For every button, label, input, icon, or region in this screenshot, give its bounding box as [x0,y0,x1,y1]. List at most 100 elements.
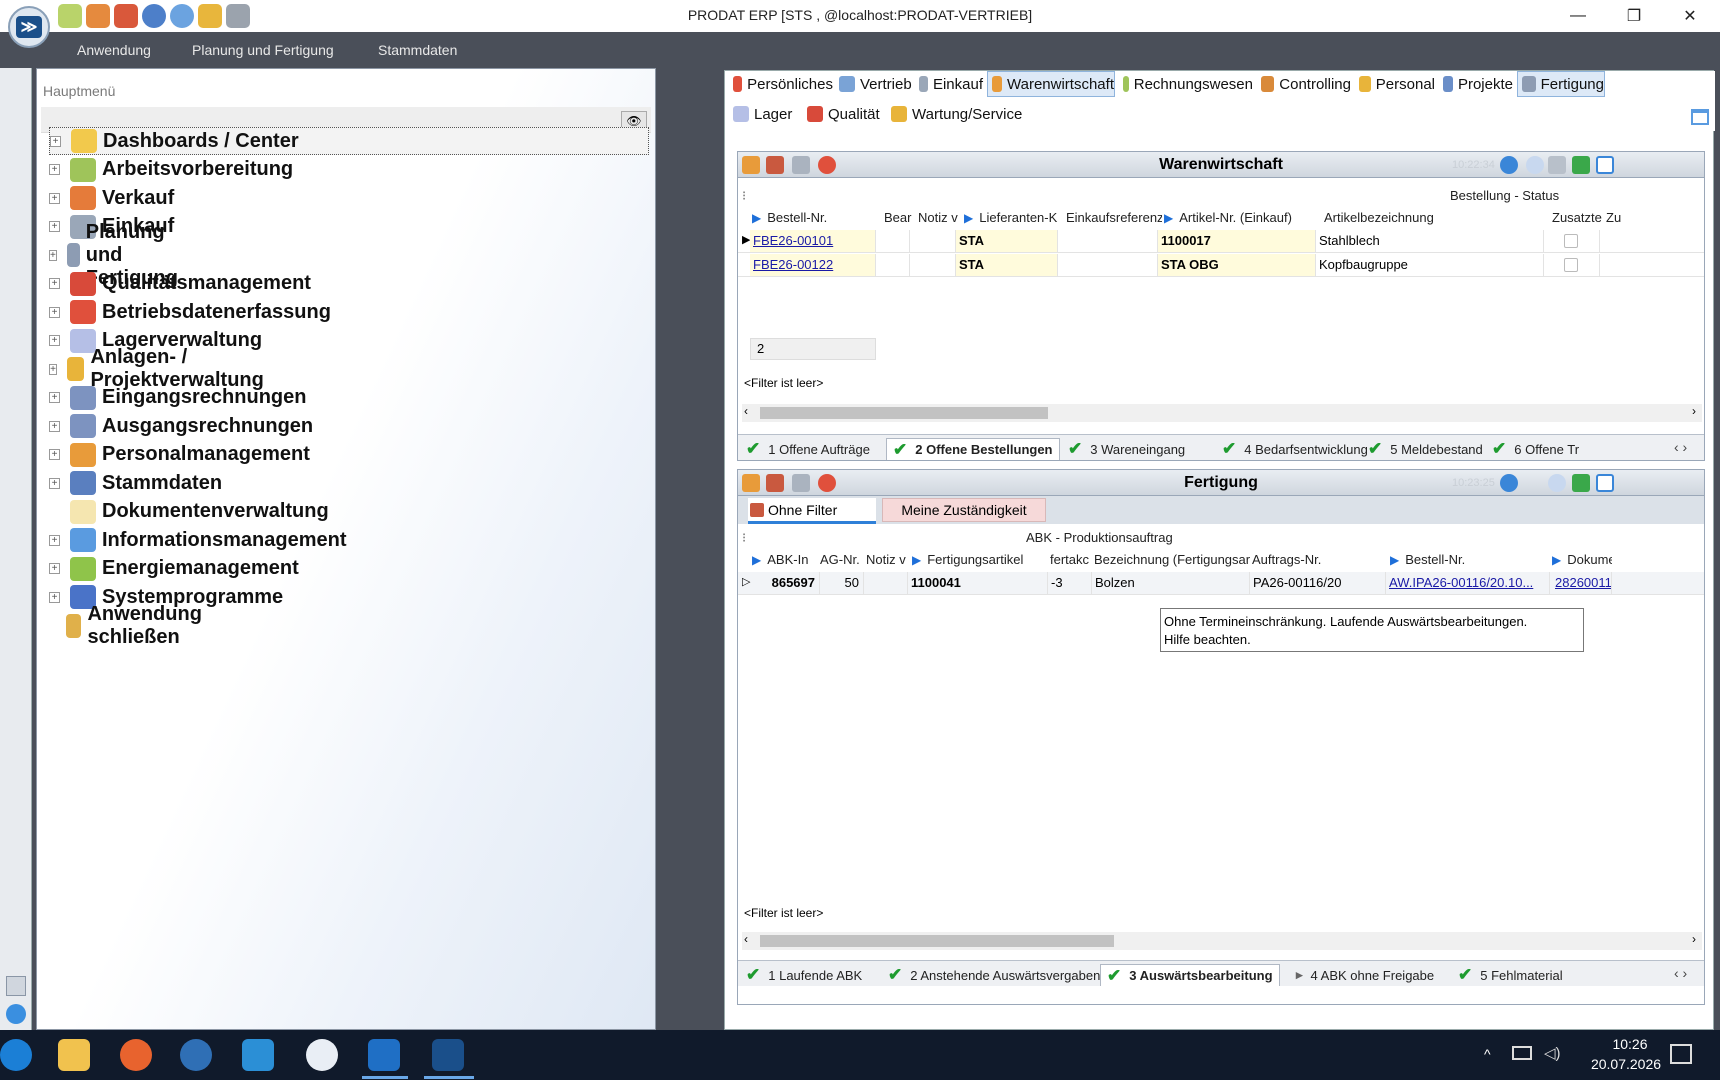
expand-icon[interactable]: + [49,392,60,403]
tree-item-anlagen-projektverwaltung[interactable]: + Anlagen- / Projektverwaltung [49,346,275,391]
tree-item-personalmanagement[interactable]: + Personalmanagement [49,441,310,469]
tree-item-verkauf[interactable]: + Verkauf [49,184,174,212]
network-icon[interactable] [1512,1046,1532,1060]
cell-empty[interactable] [876,230,910,252]
filter-tab-ohne-filter[interactable]: Ohne Filter [748,498,876,524]
expand-icon[interactable]: + [49,477,60,489]
teamviewer-icon[interactable] [306,1039,338,1071]
file-explorer-icon[interactable] [58,1039,90,1071]
column-header-artikel-nr-einkauf[interactable]: ▶ Artikel-Nr. (Einkauf) [1164,210,1320,225]
tab-6-offene-tr[interactable]: ✔ 6 Offene Tr [1492,438,1579,460]
cell-lieferant[interactable]: STA [956,230,1058,252]
expand-icon[interactable]: + [49,221,60,232]
attachment-icon[interactable] [1564,234,1578,248]
expand-icon[interactable]: + [49,563,60,574]
window-icon[interactable] [1596,156,1614,174]
horizontal-scrollbar[interactable]: ‹ › [742,932,1702,950]
nav-tab-wartung-service[interactable]: Wartung/Service [887,101,1022,127]
cell-dok[interactable]: 28260011 [1552,572,1612,594]
cell-empty[interactable] [910,254,956,276]
tab-4-abk-ohne-freigabe[interactable]: ▸ 4 ABK ohne Freigabe [1296,964,1434,986]
column-header-fertakc[interactable]: fertakc [1050,552,1092,567]
clock-icon[interactable] [1526,156,1544,174]
column-chooser-icon[interactable]: ⁝ [742,530,746,546]
tab-1-laufende-abk[interactable]: ✔ 1 Laufende ABK [746,964,862,986]
tray-chevron-icon[interactable]: ^ [1484,1046,1491,1062]
tree-item-dashboards-center[interactable]: + Dashboards / Center [49,127,649,155]
prodat-taskbar-icon[interactable] [432,1039,464,1071]
quick-access-edit-icon[interactable] [58,4,82,28]
cell-empty[interactable] [1058,254,1158,276]
cell-bezeichnung[interactable]: Stahlblech [1316,230,1544,252]
clock-date[interactable]: 20.07.2026 [1576,1056,1676,1072]
cell-auftrag[interactable]: PA26-00116/20 [1250,572,1386,594]
export-icon[interactable] [1572,474,1590,492]
menu-planung-fertigung[interactable]: Planung und Fertigung [192,42,334,58]
column-header-abk-in[interactable]: ▶ ABK-In [752,552,818,567]
outlook-icon[interactable] [368,1039,400,1071]
cell-artikel[interactable]: STA OBG [1158,254,1316,276]
tree-item-qualitaetsmanagement[interactable]: + Qualitätsmanagement [49,270,311,298]
expand-icon[interactable]: + [49,164,60,175]
cell-bestell[interactable]: FBE26-00101 [750,230,876,252]
globe-icon[interactable] [6,1004,26,1024]
menu-stammdaten[interactable]: Stammdaten [378,42,457,58]
document-icon[interactable] [6,976,26,996]
tab-2-anstehende-auswaertsvergaben[interactable]: ✔ 2 Anstehende Auswärtsvergaben [888,964,1100,986]
nav-tab-controlling[interactable]: Controlling [1257,71,1351,97]
cell-bezeichnung[interactable]: Kopfbaugruppe [1316,254,1544,276]
column-header-bestell-nr[interactable]: ▶ Bestell-Nr. [752,210,878,225]
cell-bestell[interactable]: FBE26-00122 [750,254,876,276]
cell-fert[interactable]: -3 [1048,572,1092,594]
tree-item-stammdaten[interactable]: + Stammdaten [49,469,222,497]
cell-artikel[interactable]: 1100041 [908,572,1048,594]
tree-item-betriebsdatenerfassung[interactable]: + Betriebsdatenerfassung [49,298,331,326]
column-header-einkaufsreferenz[interactable]: Einkaufsreferenz [1066,210,1162,225]
tab-4-bedarfsentwicklung[interactable]: ✔ 4 Bedarfsentwicklung [1222,438,1368,460]
quick-access-clock-icon[interactable] [170,4,194,28]
firefox-icon[interactable] [120,1039,152,1071]
window-icon[interactable] [1596,474,1614,492]
table-row[interactable]: ▶ FBE26-00101 STA 1100017 Stahlblech [738,230,1704,253]
refresh-icon[interactable] [1500,474,1518,492]
expand-icon[interactable]: + [49,534,60,546]
quick-access-sales-icon[interactable] [86,4,110,28]
tree-item-energiemanagement[interactable]: + Energiemanagement [49,555,299,583]
column-header-dokume[interactable]: ▶ Dokume [1552,552,1612,567]
expand-icon[interactable]: + [49,591,60,603]
nav-tab-qualitaet[interactable]: Qualität [803,101,880,127]
column-header-auftrags-nr[interactable]: Auftrags-Nr. [1252,552,1388,567]
tab-1-offene-auftraege[interactable]: ✔ 1 Offene Aufträge [746,438,870,460]
quick-access-settings-icon[interactable] [226,4,250,28]
cell-artikel[interactable]: 1100017 [1158,230,1316,252]
nav-tab-vertrieb[interactable]: Vertrieb [835,71,913,97]
cell-empty[interactable] [864,572,908,594]
nav-tab-personal[interactable]: Personal [1355,71,1435,97]
export-icon[interactable] [1572,156,1590,174]
expand-icon[interactable]: + [49,335,60,346]
column-header-ag-nr[interactable]: AG-Nr. [820,552,864,567]
cell-empty[interactable] [910,230,956,252]
column-header-artikelbezeichnung[interactable]: Artikelbezeichnung [1324,210,1550,225]
tab-scroll-icon[interactable]: ‹ › [1674,439,1687,455]
app-lightning-icon[interactable] [180,1039,212,1071]
volume-icon[interactable]: ◁) [1544,1044,1561,1062]
tree-item-arbeitsvorbereitung[interactable]: + Arbeitsvorbereitung [49,156,293,184]
quick-access-folder-icon[interactable] [198,4,222,28]
column-header-lieferanten-k[interactable]: ▶ Lieferanten-K [964,210,1062,225]
cell-bestell[interactable]: AW.IPA26-00116/20.10... [1386,572,1550,594]
nav-tab-rechnungswesen[interactable]: Rechnungswesen [1119,71,1253,97]
expand-icon[interactable]: + [50,135,61,147]
internet-explorer-icon[interactable] [0,1039,32,1071]
nav-tab-lager[interactable]: Lager [729,101,792,127]
tree-item-anwendung-schliessen[interactable]: Anwendung schließen [49,603,216,648]
expand-icon[interactable]: + [49,192,60,204]
expand-icon[interactable]: + [49,249,57,261]
cell-lieferant[interactable]: STA [956,254,1058,276]
tree-item-eingangsrechnungen[interactable]: + Eingangsrechnungen [49,384,306,412]
column-header-zusatzte[interactable]: Zusatzte [1552,210,1604,225]
cell-ag[interactable]: 50 [820,572,864,594]
column-header-bestell-nr[interactable]: ▶ Bestell-Nr. [1390,552,1550,567]
cell-bezeichnung[interactable]: Bolzen [1092,572,1250,594]
attachment-icon[interactable] [1564,258,1578,272]
